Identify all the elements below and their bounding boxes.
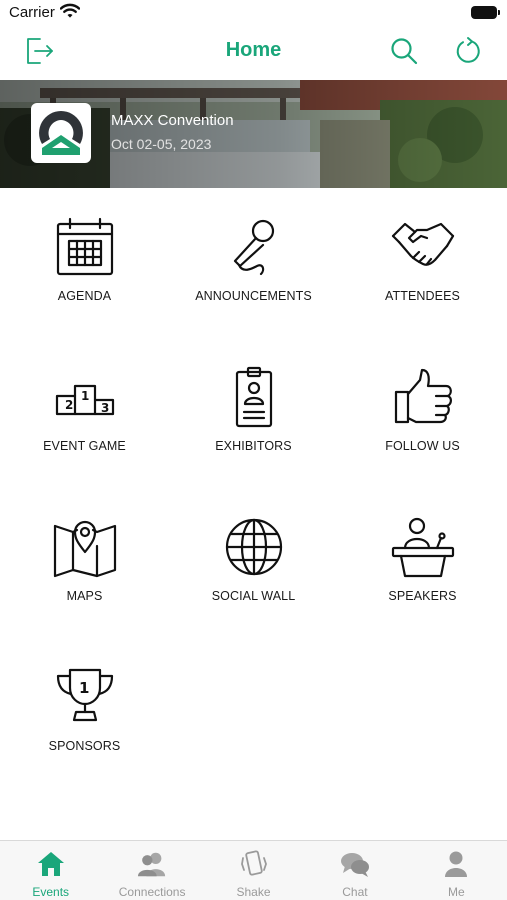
refresh-button[interactable] [452,36,486,70]
menu-item-label: FOLLOW US [385,439,460,453]
tab-label: Me [447,885,465,899]
menu-item-announcements[interactable]: ANNOUNCEMENTS [169,188,338,338]
menu-item-label: AGENDA [57,289,112,303]
tab-shake[interactable]: Shake [203,841,304,900]
tab-bar: Events Connections Shake Chat Me [0,840,507,900]
menu-item-speakers[interactable]: SPEAKERS [338,488,507,638]
shake-phone-icon [239,849,269,879]
badge-icon [222,365,286,429]
svg-text:2: 2 [65,398,73,412]
page-title: Home [225,39,282,61]
event-logo [31,103,91,163]
menu-item-sponsors[interactable]: 1 SPONSORS [0,638,169,788]
menu-item-exhibitors[interactable]: EXHIBITORS [169,338,338,488]
menu-item-label: EXHIBITORS [215,439,292,453]
event-name: MAXX Convention [111,112,234,129]
tab-label: Chat [342,885,368,899]
person-icon [441,849,471,879]
tab-events[interactable]: Events [0,841,101,900]
svg-text:1: 1 [81,389,89,403]
menu-item-maps[interactable]: MAPS [0,488,169,638]
tab-me[interactable]: Me [406,841,507,900]
tab-label: Connections [118,885,186,899]
menu-item-label: ATTENDEES [385,289,460,303]
menu-item-agenda[interactable]: AGENDA [0,188,169,338]
refresh-icon [454,36,484,71]
tab-connections[interactable]: Connections [101,841,202,900]
podium-icon: 2 1 3 [53,365,117,429]
trophy-icon: 1 [53,665,117,729]
search-icon [389,36,419,71]
battery-icon [471,6,500,19]
app-screen: Carrier Home MAXX Convention Oct 02-05, … [0,0,507,900]
chat-bubbles-icon [340,849,370,879]
menu-item-follow-us[interactable]: FOLLOW US [338,338,507,488]
people-icon [137,849,167,879]
calendar-icon [53,215,117,279]
navigation-bar: Home [0,28,507,80]
search-button[interactable] [387,36,421,70]
svg-text:3: 3 [101,401,109,415]
menu-item-attendees[interactable]: ATTENDEES [338,188,507,338]
thumbs-up-icon [391,365,455,429]
status-bar: Carrier [0,0,507,28]
tab-chat[interactable]: Chat [304,841,405,900]
handshake-icon [391,215,455,279]
event-dates: Oct 02-05, 2023 [111,136,212,152]
globe-icon [222,515,286,579]
menu-item-social-wall[interactable]: SOCIAL WALL [169,488,338,638]
svg-text:1: 1 [79,679,89,697]
event-logo-icon [39,111,83,155]
menu-item-label: ANNOUNCEMENTS [195,289,312,303]
menu-item-label: EVENT GAME [43,439,126,453]
tab-label: Events [32,885,70,899]
map-pin-icon [53,515,117,579]
menu-item-label: SOCIAL WALL [211,589,296,603]
wifi-icon [59,3,81,24]
menu-item-label: SPONSORS [48,739,121,753]
menu-item-event-game[interactable]: 2 1 3 EVENT GAME [0,338,169,488]
menu-item-label: MAPS [66,589,103,603]
home-icon [36,849,66,879]
menu-item-label: SPEAKERS [388,589,457,603]
lectern-icon [391,515,455,579]
carrier-label: Carrier [9,4,55,21]
tab-label: Shake [236,885,271,899]
event-banner[interactable]: MAXX Convention Oct 02-05, 2023 [0,80,507,188]
microphone-icon [222,215,286,279]
